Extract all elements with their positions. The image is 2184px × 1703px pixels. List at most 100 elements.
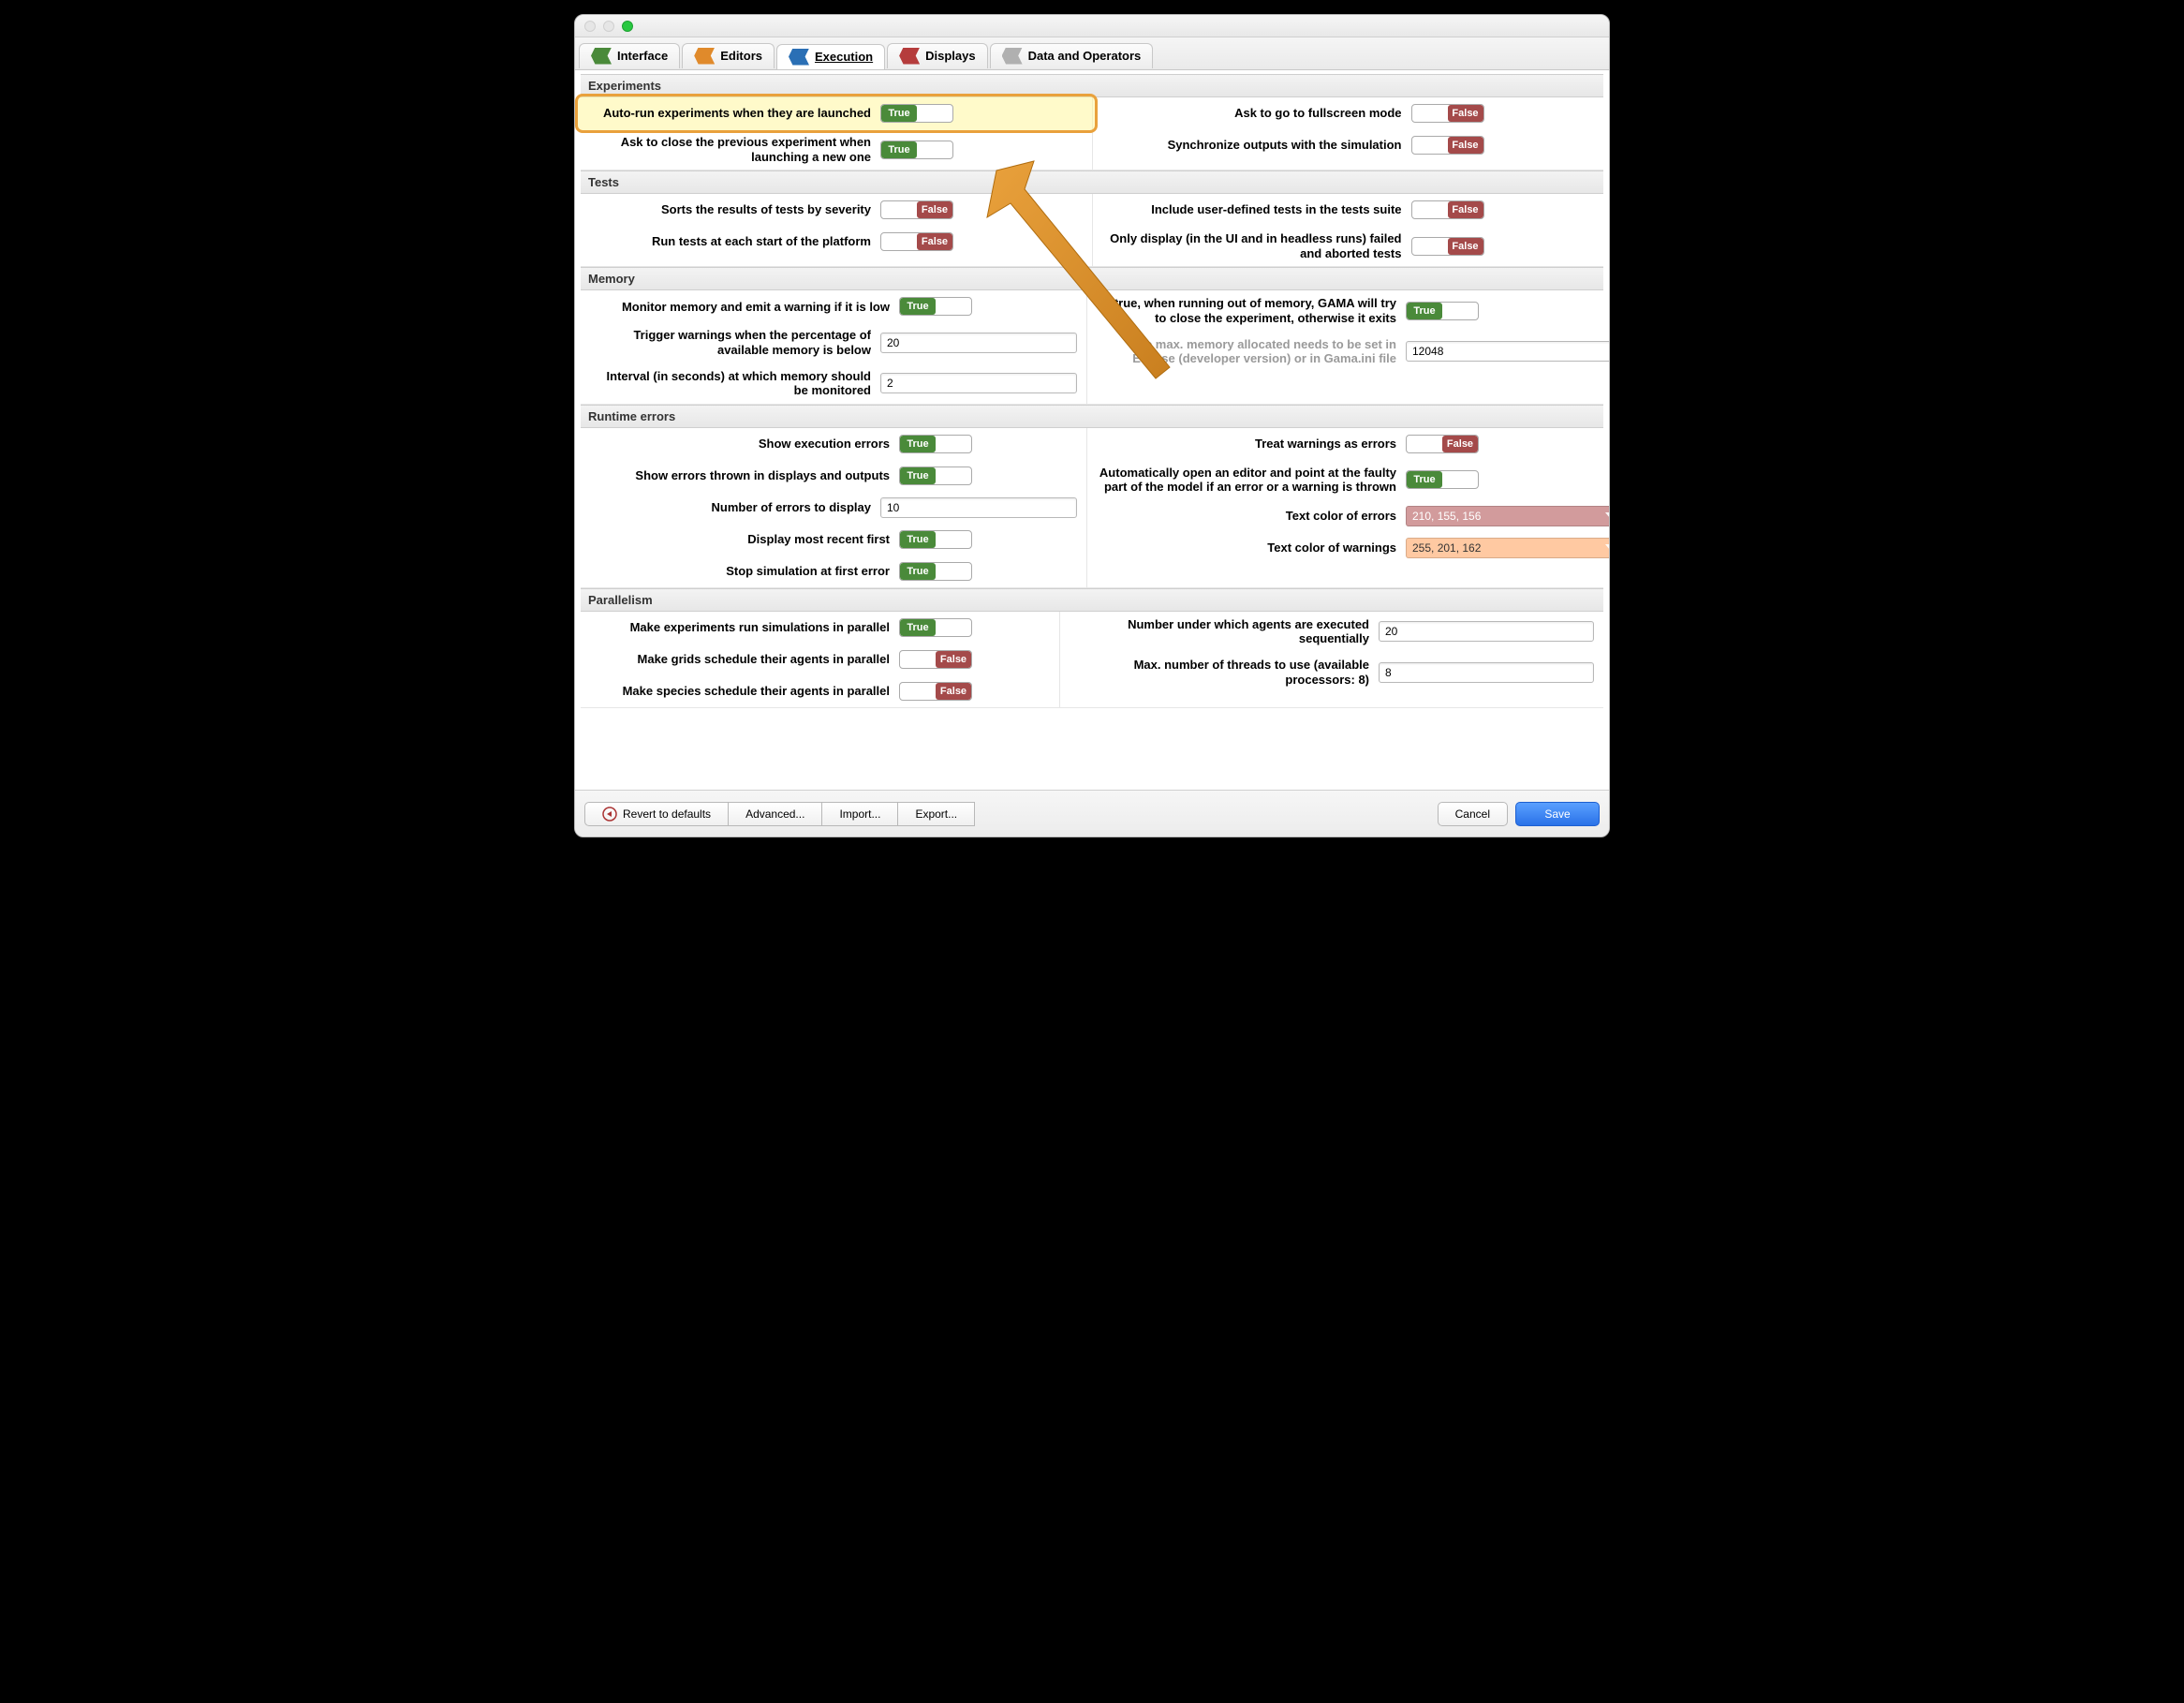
tab-data[interactable]: Data and Operators — [990, 43, 1154, 68]
label-par-grids: Make grids schedule their agents in para… — [590, 652, 890, 667]
section-memory-header: Memory — [581, 267, 1603, 290]
preferences-area: Experiments Auto-run experiments when th… — [575, 70, 1609, 718]
row-sync: Synchronize outputs with the simulation … — [1093, 129, 1604, 161]
input-par-seq[interactable] — [1379, 621, 1594, 642]
execution-icon — [789, 49, 809, 66]
input-interval-memory[interactable] — [880, 373, 1077, 393]
section-tests: Sorts the results of tests by severity F… — [581, 194, 1603, 267]
bottom-bar: Revert to defaults Advanced... Import...… — [575, 790, 1609, 837]
import-button[interactable]: Import... — [821, 802, 898, 826]
color-errors-value: 210, 155, 156 — [1412, 510, 1481, 523]
toggle-show-errors[interactable]: True — [899, 435, 972, 453]
tab-editors[interactable]: Editors — [682, 43, 775, 68]
cancel-label: Cancel — [1455, 807, 1490, 821]
label-startup-tests: Run tests at each start of the platform — [590, 234, 871, 249]
toggle-stop-first[interactable]: True — [899, 562, 972, 581]
editors-icon — [694, 48, 715, 65]
export-button[interactable]: Export... — [897, 802, 975, 826]
label-failed-tests: Only display (in the UI and in headless … — [1102, 231, 1402, 260]
label-num-errors: Number of errors to display — [590, 500, 871, 515]
minimize-window-button[interactable] — [603, 21, 614, 32]
tab-displays-label: Displays — [925, 49, 975, 63]
titlebar — [575, 15, 1609, 37]
toggle-close-prev[interactable]: True — [880, 141, 953, 159]
displays-icon — [899, 48, 920, 65]
tabbar: Interface Editors Execution Displays Dat… — [575, 37, 1609, 70]
cancel-button[interactable]: Cancel — [1438, 802, 1508, 826]
close-window-button[interactable] — [584, 21, 596, 32]
label-interval-memory: Interval (in seconds) at which memory sh… — [590, 369, 871, 398]
import-label: Import... — [839, 807, 880, 821]
toggle-oom[interactable]: True — [1406, 302, 1479, 320]
toggle-par-species[interactable]: False — [899, 682, 972, 701]
interface-icon — [591, 48, 612, 65]
section-tests-header: Tests — [581, 170, 1603, 194]
tab-interface-label: Interface — [617, 49, 668, 63]
section-memory: Monitor memory and emit a warning if it … — [581, 290, 1603, 404]
dropdown-caret-icon — [1605, 512, 1609, 518]
content-area: Interface Editors Execution Displays Dat… — [575, 37, 1609, 790]
label-recent-first: Display most recent first — [590, 532, 890, 547]
label-sync: Synchronize outputs with the simulation — [1102, 138, 1402, 153]
input-num-errors[interactable] — [880, 497, 1077, 518]
toggle-autorun[interactable]: True — [880, 104, 953, 123]
tab-interface[interactable]: Interface — [579, 43, 680, 68]
label-show-errors: Show execution errors — [590, 437, 890, 452]
label-par-seq: Number under which agents are executed s… — [1070, 617, 1369, 646]
zoom-window-button[interactable] — [622, 21, 633, 32]
label-stop-first: Stop simulation at first error — [590, 564, 890, 579]
tab-data-label: Data and Operators — [1028, 49, 1142, 63]
advanced-button[interactable]: Advanced... — [728, 802, 822, 826]
label-monitor-memory: Monitor memory and emit a warning if it … — [590, 300, 890, 315]
toggle-auto-open[interactable]: True — [1406, 470, 1479, 489]
label-fullscreen: Ask to go to fullscreen mode — [1102, 106, 1402, 121]
label-autorun: Auto-run experiments when they are launc… — [590, 106, 871, 121]
toggle-failed-tests[interactable]: False — [1411, 237, 1484, 256]
label-par-exp: Make experiments run simulations in para… — [590, 620, 890, 635]
save-label: Save — [1544, 807, 1570, 821]
toggle-fullscreen[interactable]: False — [1411, 104, 1484, 123]
color-warnings-value: 255, 201, 162 — [1412, 541, 1481, 555]
revert-button[interactable]: Revert to defaults — [584, 802, 729, 826]
section-parallel: Make experiments run simulations in para… — [581, 612, 1603, 708]
label-warn-color: Text color of warnings — [1097, 541, 1396, 555]
section-experiments: Auto-run experiments when they are launc… — [581, 97, 1603, 170]
input-par-threads[interactable] — [1379, 662, 1594, 683]
toggle-sort-tests[interactable]: False — [880, 200, 953, 219]
tab-editors-label: Editors — [720, 49, 762, 63]
tab-displays[interactable]: Displays — [887, 43, 987, 68]
label-sort-tests: Sorts the results of tests by severity — [590, 202, 871, 217]
data-icon — [1002, 48, 1023, 65]
label-include-tests: Include user-defined tests in the tests … — [1102, 202, 1402, 217]
label-par-species: Make species schedule their agents in pa… — [590, 684, 890, 699]
label-err-color: Text color of errors — [1097, 509, 1396, 524]
color-warnings[interactable]: 255, 201, 162 — [1406, 538, 1609, 558]
label-auto-open: Automatically open an editor and point a… — [1097, 466, 1396, 495]
toggle-par-exp[interactable]: True — [899, 618, 972, 637]
label-max-memory: The max. memory allocated needs to be se… — [1097, 337, 1396, 366]
input-trigger-memory[interactable] — [880, 333, 1077, 353]
color-errors[interactable]: 210, 155, 156 — [1406, 506, 1609, 526]
toggle-warn-as-err[interactable]: False — [1406, 435, 1479, 453]
tab-execution[interactable]: Execution — [776, 44, 885, 69]
toggle-include-tests[interactable]: False — [1411, 200, 1484, 219]
row-autorun: Auto-run experiments when they are launc… — [581, 97, 1092, 129]
toggle-par-grids[interactable]: False — [899, 650, 972, 669]
toggle-startup-tests[interactable]: False — [880, 232, 953, 251]
label-oom: If true, when running out of memory, GAM… — [1097, 296, 1396, 325]
export-label: Export... — [915, 807, 957, 821]
revert-icon — [602, 807, 617, 822]
input-max-memory[interactable] — [1406, 341, 1609, 362]
advanced-label: Advanced... — [745, 807, 804, 821]
toggle-recent-first[interactable]: True — [899, 530, 972, 549]
label-trigger-memory: Trigger warnings when the percentage of … — [590, 328, 871, 357]
toggle-display-errors[interactable]: True — [899, 466, 972, 485]
save-button[interactable]: Save — [1515, 802, 1600, 826]
dropdown-caret-icon — [1605, 544, 1609, 550]
window-controls — [584, 21, 633, 32]
section-runtime-header: Runtime errors — [581, 405, 1603, 428]
section-runtime: Show execution errors True Show errors t… — [581, 428, 1603, 588]
toggle-sync[interactable]: False — [1411, 136, 1484, 155]
label-display-errors: Show errors thrown in displays and outpu… — [590, 468, 890, 483]
toggle-monitor-memory[interactable]: True — [899, 297, 972, 316]
